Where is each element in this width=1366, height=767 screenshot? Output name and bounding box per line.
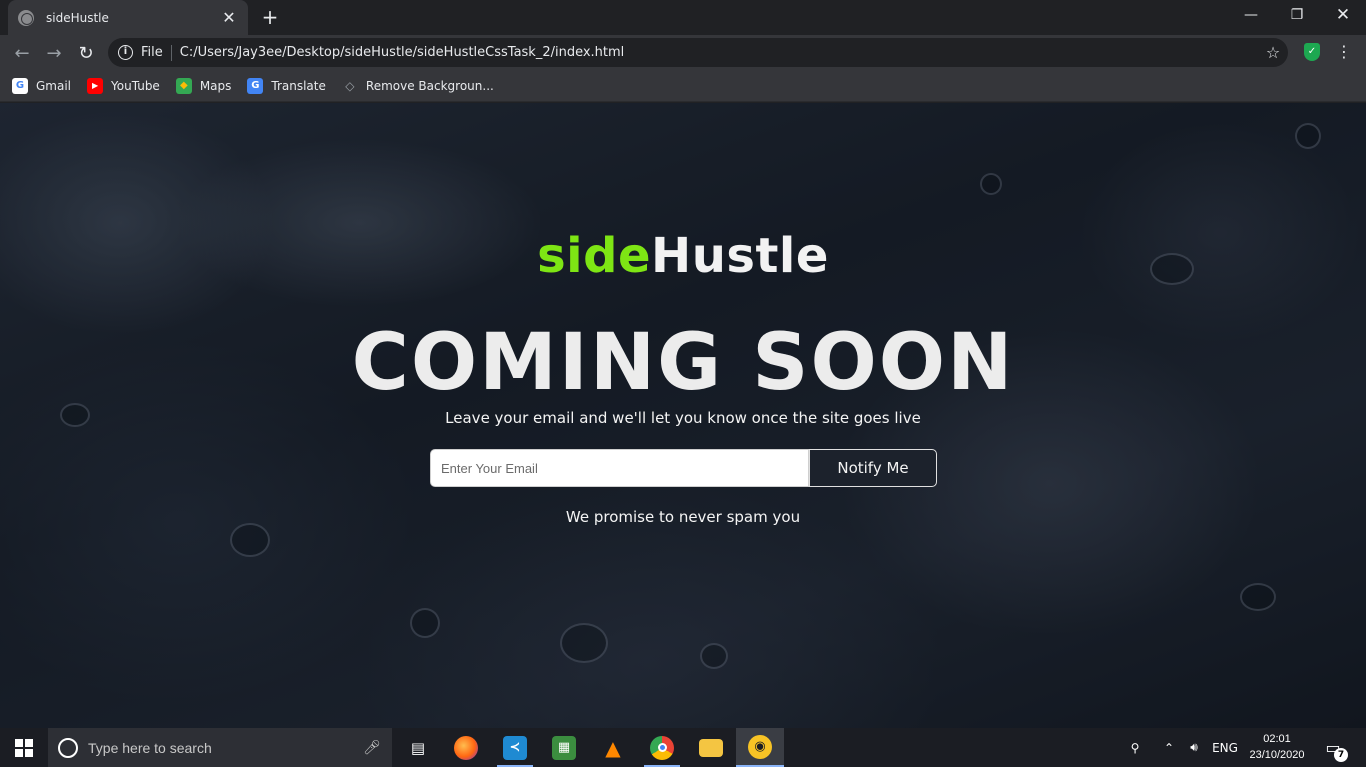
email-field[interactable] bbox=[430, 449, 809, 487]
water-droplet bbox=[1240, 583, 1276, 611]
vscode-icon[interactable]: ≺ bbox=[491, 728, 539, 767]
windows-start-icon[interactable] bbox=[0, 728, 48, 767]
shield-extension-icon[interactable]: ✓ bbox=[1304, 43, 1320, 61]
browser-tab[interactable]: sideHustle ✕ bbox=[8, 0, 248, 35]
bookmark-label: Gmail bbox=[36, 78, 72, 93]
vlc-icon[interactable]: ▲ bbox=[589, 728, 637, 767]
water-droplet bbox=[1295, 123, 1321, 149]
back-icon[interactable]: ← bbox=[8, 39, 36, 67]
layers-icon: ◇ bbox=[345, 78, 355, 93]
page-title: COMING SOON bbox=[351, 318, 1015, 408]
tab-strip: sideHustle ✕ + — ❐ ✕ bbox=[0, 0, 1366, 35]
language-indicator[interactable]: ENG bbox=[1208, 728, 1242, 767]
google-icon: G bbox=[12, 77, 28, 94]
bookmark-star-icon[interactable]: ☆ bbox=[1258, 43, 1288, 62]
tab-title: sideHustle bbox=[46, 10, 109, 25]
new-tab-button[interactable]: + bbox=[258, 6, 282, 30]
water-droplet bbox=[560, 623, 608, 663]
clock-time: 02:01 bbox=[1263, 733, 1291, 745]
file-explorer-icon[interactable] bbox=[687, 728, 735, 767]
clock-date: 23/10/2020 bbox=[1249, 749, 1305, 761]
chevron-up-icon[interactable]: ⌃ bbox=[1158, 728, 1180, 767]
bookmark-maps[interactable]: ◆ Maps bbox=[175, 77, 232, 94]
bookmark-translate[interactable]: G Translate bbox=[247, 77, 326, 94]
minimize-icon[interactable]: — bbox=[1228, 0, 1274, 30]
chrome-icon[interactable] bbox=[638, 728, 686, 767]
close-tab-icon[interactable]: ✕ bbox=[220, 8, 238, 27]
brand-logo: sideHustle bbox=[0, 228, 1366, 284]
brand-rest: Hustle bbox=[651, 228, 829, 284]
water-droplet bbox=[230, 523, 270, 557]
people-icon[interactable]: ⚲ bbox=[1122, 728, 1148, 767]
task-view-icon[interactable]: ▤ bbox=[394, 728, 442, 767]
bookmark-remove-background[interactable]: ◇ Remove Backgroun... bbox=[342, 78, 494, 94]
address-divider bbox=[170, 44, 172, 61]
bookmark-gmail[interactable]: G Gmail bbox=[12, 77, 72, 94]
notification-count: 7 bbox=[1334, 748, 1348, 762]
globe-icon bbox=[18, 9, 34, 26]
subtitle: Leave your email and we'll let you know … bbox=[445, 409, 921, 427]
bookmarks-bar: G Gmail ▶ YouTube ◆ Maps G Translate ◇ R… bbox=[0, 70, 1366, 102]
info-icon[interactable]: i bbox=[118, 45, 133, 60]
bookmark-label: YouTube bbox=[111, 78, 160, 93]
browser-toolbar: ← → ↻ i File C:/Users/Jay3ee/Desktop/sid… bbox=[0, 35, 1366, 70]
reload-icon[interactable]: ↻ bbox=[72, 39, 100, 67]
address-bar[interactable]: i File C:/Users/Jay3ee/Desktop/sideHustl… bbox=[108, 38, 1288, 67]
more-menu-icon[interactable]: ⋮ bbox=[1334, 40, 1354, 64]
volume-icon[interactable]: 🔊︎ bbox=[1182, 728, 1206, 767]
bookmark-label: Translate bbox=[271, 78, 326, 93]
cortana-icon bbox=[58, 737, 78, 758]
notify-button[interactable]: Notify Me bbox=[809, 449, 937, 487]
page-viewport: sideHustle COMING SOON Leave your email … bbox=[0, 103, 1366, 728]
brand-accent: side bbox=[537, 228, 652, 284]
address-scheme: File bbox=[141, 45, 163, 60]
image-editor-icon[interactable]: ▦ bbox=[540, 728, 588, 767]
address-url[interactable]: C:/Users/Jay3ee/Desktop/sideHustle/sideH… bbox=[180, 45, 1258, 60]
notify-form: Notify Me bbox=[430, 449, 937, 487]
youtube-icon: ▶ bbox=[87, 77, 104, 94]
clock[interactable]: 02:01 23/10/2020 bbox=[1246, 731, 1308, 763]
bookmark-youtube[interactable]: ▶ YouTube bbox=[87, 77, 160, 94]
taskbar: Type here to search 🎤︎ ▤ ≺ ▦ ▲ ◉ ⚲ ⌃ 🔊︎ … bbox=[0, 728, 1366, 767]
firefox-icon[interactable] bbox=[442, 728, 490, 767]
spam-promise: We promise to never spam you bbox=[565, 508, 801, 526]
water-droplet bbox=[700, 643, 728, 669]
water-droplet bbox=[980, 173, 1002, 195]
close-window-icon[interactable]: ✕ bbox=[1320, 0, 1366, 30]
translate-icon: G bbox=[247, 77, 264, 94]
bookmark-label: Remove Backgroun... bbox=[365, 78, 494, 93]
forward-icon[interactable]: → bbox=[40, 39, 68, 67]
maps-icon: ◆ bbox=[175, 77, 192, 94]
taskbar-search[interactable]: Type here to search 🎤︎ bbox=[48, 728, 392, 767]
bookmark-label: Maps bbox=[199, 78, 232, 93]
browser-app-icon[interactable]: ◉ bbox=[736, 728, 784, 767]
microphone-icon[interactable]: 🎤︎ bbox=[352, 740, 392, 756]
restore-icon[interactable]: ❐ bbox=[1274, 0, 1320, 30]
water-droplet bbox=[410, 608, 440, 638]
search-input[interactable]: Type here to search bbox=[88, 740, 352, 756]
